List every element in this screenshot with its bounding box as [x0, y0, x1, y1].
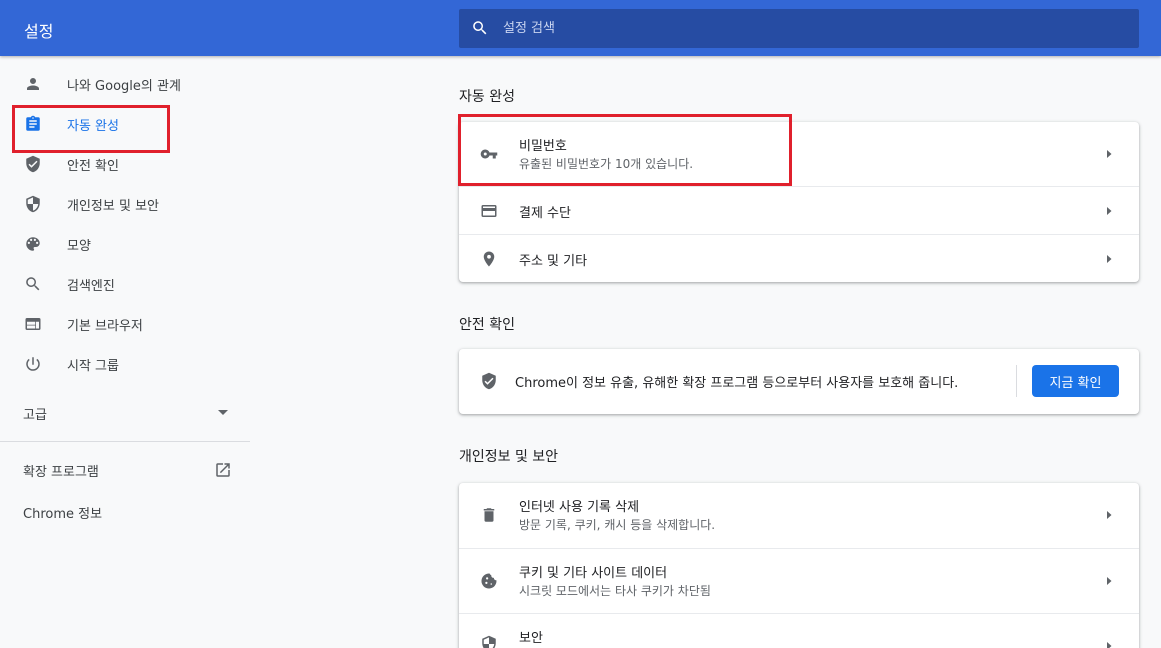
sidebar-item-default-browser[interactable]: 기본 브라우저 [0, 304, 250, 344]
cookies-row[interactable]: 쿠키 및 기타 사이트 데이터 시크릿 모드에서는 타사 쿠키가 차단됨 [459, 548, 1139, 613]
chevron-right-icon [1107, 642, 1112, 648]
payment-methods-row[interactable]: 결제 수단 [459, 186, 1139, 234]
person-icon [27, 78, 39, 90]
section-title-safety-check: 안전 확인 [459, 317, 515, 333]
location-pin-icon [483, 251, 495, 267]
triangle-down-icon [218, 410, 228, 415]
chevron-right-icon [1107, 207, 1112, 215]
sidebar-item-privacy[interactable]: 개인정보 및 보안 [0, 184, 250, 224]
cookie-icon [481, 573, 497, 589]
browser-icon [25, 318, 41, 330]
safety-check-card: Chrome이 정보 유출, 유해한 확장 프로그램 등으로부터 사용자를 보호… [459, 349, 1139, 414]
palette-icon [26, 237, 40, 251]
sidebar-item-label: 개인정보 및 보안 [67, 199, 159, 214]
clear-browsing-data-subtitle: 방문 기록, 쿠키, 캐시 등을 삭제합니다. [519, 518, 716, 532]
cookies-title: 쿠키 및 기타 사이트 데이터 [519, 566, 668, 581]
vertical-separator [1016, 365, 1017, 397]
section-title-privacy: 개인정보 및 보안 [459, 449, 559, 465]
sidebar-item-label: 자동 완성 [67, 119, 119, 134]
sidebar-item-label: 나와 Google의 관계 [67, 79, 181, 94]
chevron-right-icon [1107, 577, 1112, 585]
sidebar: 나와 Google의 관계 자동 완성 안전 확인 개인정보 및 보안 모양 검… [0, 56, 250, 648]
sidebar-item-label: 모양 [67, 239, 91, 254]
safety-check-description: Chrome이 정보 유출, 유해한 확장 프로그램 등으로부터 사용자를 보호… [515, 376, 959, 391]
security-row[interactable]: 보안 [459, 613, 1139, 648]
header-bar: 설정 [0, 0, 1161, 56]
sidebar-about-label: Chrome 정보 [23, 507, 103, 522]
cookies-subtitle: 시크릿 모드에서는 타사 쿠키가 차단됨 [519, 584, 711, 598]
sidebar-item-label: 안전 확인 [67, 159, 119, 174]
section-title-autofill: 자동 완성 [459, 89, 515, 105]
shield-check-icon [482, 372, 496, 390]
chevron-right-icon [1107, 150, 1112, 158]
addresses-title: 주소 및 기타 [519, 254, 588, 269]
payment-methods-title: 결제 수단 [519, 206, 571, 221]
sidebar-item-safety-check[interactable]: 안전 확인 [0, 144, 250, 184]
sidebar-extensions-link[interactable]: 확장 프로그램 [0, 452, 250, 488]
sidebar-item-label: 시작 그룹 [67, 359, 119, 374]
sidebar-advanced-label: 고급 [23, 408, 47, 423]
clear-browsing-data-title: 인터넷 사용 기록 삭제 [519, 500, 640, 515]
passwords-row[interactable]: 비밀번호 유출된 비밀번호가 10개 있습니다. [459, 122, 1139, 186]
shield-check-icon [26, 155, 40, 173]
clipboard-icon [26, 115, 40, 131]
shield-half-icon [482, 635, 496, 648]
passwords-subtitle: 유출된 비밀번호가 10개 있습니다. [519, 157, 694, 171]
chevron-right-icon [1107, 511, 1112, 519]
sidebar-item-on-startup[interactable]: 시작 그룹 [0, 344, 250, 384]
search-icon [473, 21, 487, 35]
search-box[interactable] [459, 9, 1139, 48]
open-in-new-icon [216, 463, 230, 477]
sidebar-item-search-engine[interactable]: 검색엔진 [0, 264, 250, 304]
passwords-title: 비밀번호 [519, 139, 567, 154]
privacy-card: 인터넷 사용 기록 삭제 방문 기록, 쿠키, 캐시 등을 삭제합니다. 쿠키 … [459, 483, 1139, 648]
sidebar-advanced-toggle[interactable]: 고급 [0, 392, 250, 432]
clear-browsing-data-row[interactable]: 인터넷 사용 기록 삭제 방문 기록, 쿠키, 캐시 등을 삭제합니다. [459, 483, 1139, 548]
sidebar-item-you-and-google[interactable]: 나와 Google의 관계 [0, 64, 250, 104]
autofill-card: 비밀번호 유출된 비밀번호가 10개 있습니다. 결제 수단 주소 및 기타 [459, 122, 1139, 282]
credit-card-icon [481, 205, 497, 217]
sidebar-item-autofill[interactable]: 자동 완성 [0, 104, 250, 144]
shield-half-icon [26, 195, 40, 213]
security-title: 보안 [519, 631, 543, 646]
addresses-row[interactable]: 주소 및 기타 [459, 234, 1139, 282]
sidebar-item-appearance[interactable]: 모양 [0, 224, 250, 264]
page-title: 설정 [24, 22, 54, 41]
sidebar-divider [0, 441, 250, 442]
key-icon [480, 149, 498, 159]
search-input[interactable] [503, 9, 1123, 48]
sidebar-item-label: 검색엔진 [67, 279, 115, 294]
search-icon [26, 277, 40, 291]
trash-icon [483, 508, 495, 522]
power-icon [26, 357, 40, 371]
sidebar-extensions-label: 확장 프로그램 [23, 465, 99, 480]
check-now-button[interactable]: 지금 확인 [1032, 365, 1119, 397]
sidebar-about-chrome[interactable]: Chrome 정보 [0, 496, 250, 528]
sidebar-item-label: 기본 브라우저 [67, 319, 143, 334]
chevron-right-icon [1107, 255, 1112, 263]
